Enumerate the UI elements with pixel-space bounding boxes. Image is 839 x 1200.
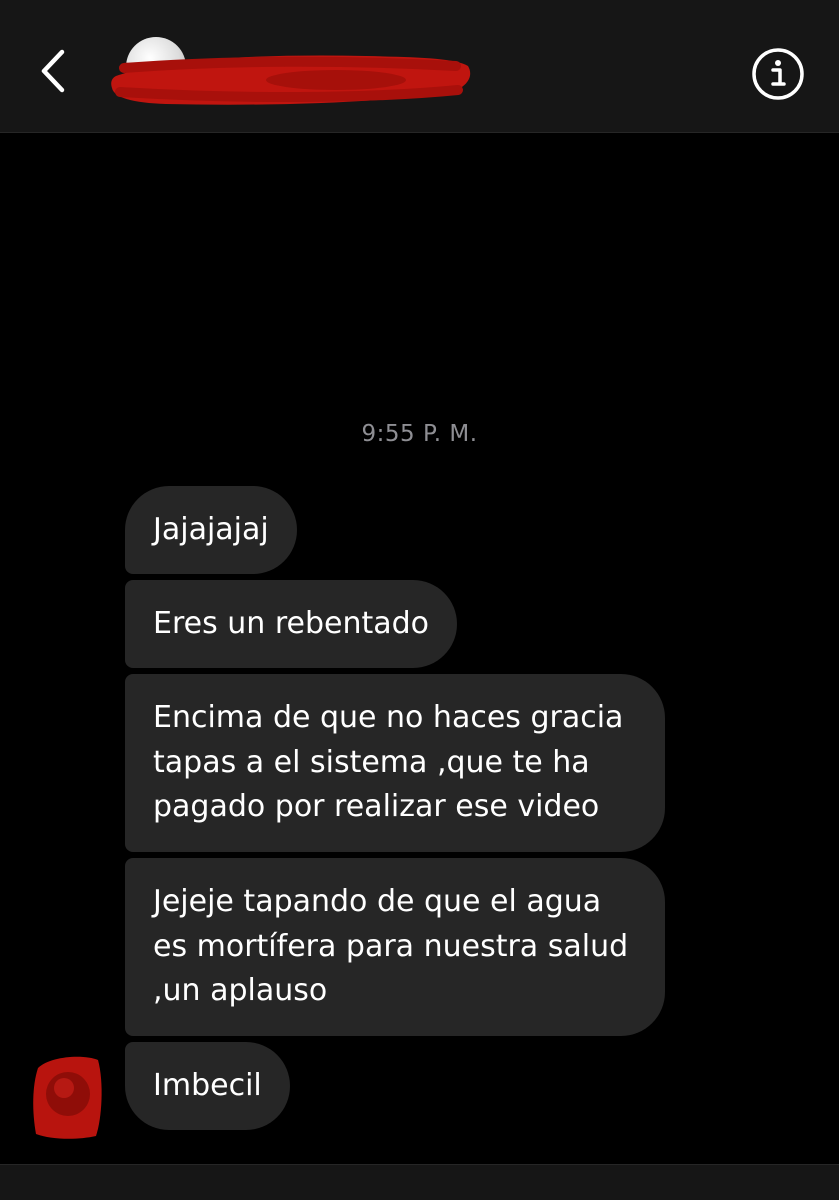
- redacted-contact-name[interactable]: [106, 44, 476, 110]
- message-bubble[interactable]: Eres un rebentado: [125, 580, 458, 668]
- message-list: Jajajajaj Eres un rebentado Encima de qu…: [125, 486, 745, 1136]
- message-bubble[interactable]: Jejeje tapando de que el agua es mortífe…: [125, 858, 665, 1036]
- info-circle-icon: [752, 48, 804, 100]
- sender-avatar-redacted[interactable]: [30, 1052, 104, 1142]
- composer-bar[interactable]: [0, 1164, 839, 1200]
- chat-header: [0, 0, 839, 133]
- message-bubble[interactable]: Jajajajaj: [125, 486, 297, 574]
- chevron-left-icon: [41, 49, 65, 93]
- message-timestamp: 9:55 P. M.: [361, 421, 478, 447]
- message-bubble[interactable]: Imbecil: [125, 1042, 290, 1130]
- info-button[interactable]: [750, 46, 806, 102]
- message-bubble[interactable]: Encima de que no haces gracia tapas a el…: [125, 674, 665, 852]
- back-button[interactable]: [30, 42, 78, 100]
